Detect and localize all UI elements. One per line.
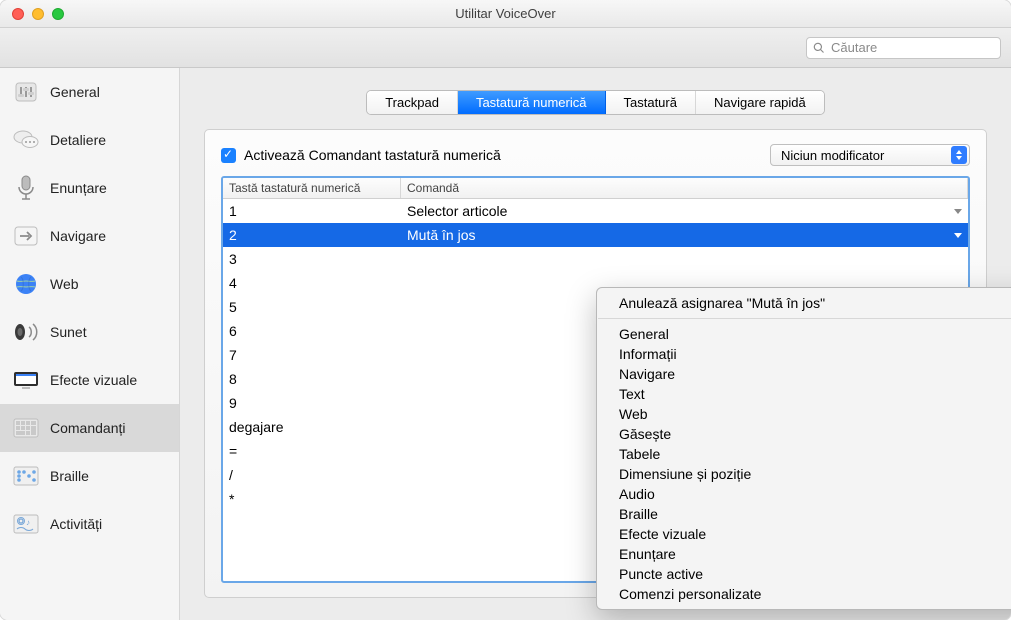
arrow-square-icon [12, 222, 40, 250]
cell-key: degajare [223, 419, 401, 435]
traffic-lights [0, 8, 64, 20]
menu-item-information[interactable]: Informații [597, 344, 1011, 364]
cell-key: 5 [223, 299, 401, 315]
menu-item-audio[interactable]: Audio [597, 484, 1011, 504]
speaker-icon [12, 318, 40, 346]
menu-item-navigation[interactable]: Navigare [597, 364, 1011, 384]
sidebar-item-label: Navigare [50, 228, 106, 244]
sidebar-item-label: General [50, 84, 100, 100]
cell-key: 2 [223, 227, 401, 243]
tab-keyboard[interactable]: Tastatură [606, 91, 696, 114]
tab-numeric-keypad[interactable]: Tastatură numerică [458, 91, 606, 114]
sidebar-item-label: Activități [50, 516, 102, 532]
panel-top-row: Activează Comandant tastatură numerică N… [221, 144, 970, 166]
checkbox-input[interactable] [221, 148, 236, 163]
chevron-down-icon [954, 209, 962, 214]
search-input[interactable]: Căutare [806, 37, 1001, 59]
table-header: Tastă tastatură numerică Comandă [223, 178, 968, 199]
search-icon [813, 42, 825, 54]
sidebar-item-label: Detaliere [50, 132, 106, 148]
column-header-key[interactable]: Tastă tastatură numerică [223, 178, 401, 198]
cell-key: 8 [223, 371, 401, 387]
menu-item-size-position[interactable]: Dimensiune și poziție [597, 464, 1011, 484]
menu-item-general[interactable]: General [597, 324, 1011, 344]
content-pane: Trackpad Tastatură numerică Tastatură Na… [180, 68, 1011, 620]
sidebar-item-verbosity[interactable]: Detaliere [0, 116, 179, 164]
menu-separator [598, 318, 1011, 319]
sidebar-item-general[interactable]: General [0, 68, 179, 116]
menu-item-speech[interactable]: Enunțare [597, 544, 1011, 564]
tab-quick-nav[interactable]: Navigare rapidă [696, 91, 824, 114]
sidebar-item-label: Comandanți [50, 420, 126, 436]
enable-commander-checkbox[interactable]: Activează Comandant tastatură numerică [221, 147, 501, 163]
menu-item-unassign[interactable]: Anulează asignarea "Mută în jos" [597, 293, 1011, 313]
titlebar: Utilitar VoiceOver [0, 0, 1011, 28]
cell-key: * [223, 491, 401, 507]
sidebar-item-label: Web [50, 276, 79, 292]
cell-key: 3 [223, 251, 401, 267]
sidebar-item-commanders[interactable]: Comandanți [0, 404, 179, 452]
menu-item-custom-commands[interactable]: Comenzi personalizate [597, 584, 1011, 604]
sidebar-item-label: Sunet [50, 324, 87, 340]
chevron-down-icon [954, 233, 962, 238]
cell-key: 7 [223, 347, 401, 363]
sidebar-item-braille[interactable]: Braille [0, 452, 179, 500]
sidebar-item-navigation[interactable]: Navigare [0, 212, 179, 260]
window-body: General Detaliere Enunțare Navigare Web … [0, 68, 1011, 620]
close-button[interactable] [12, 8, 24, 20]
sidebar: General Detaliere Enunțare Navigare Web … [0, 68, 180, 620]
menu-item-braille[interactable]: Braille [597, 504, 1011, 524]
zoom-button[interactable] [52, 8, 64, 20]
display-icon [12, 366, 40, 394]
cell-key: 6 [223, 323, 401, 339]
sidebar-item-label: Braille [50, 468, 89, 484]
modifier-value: Niciun modificator [781, 148, 884, 163]
menu-item-find[interactable]: Găsește [597, 424, 1011, 444]
cell-key: / [223, 467, 401, 483]
table-row[interactable]: 3 [223, 247, 968, 271]
sidebar-item-label: Enunțare [50, 180, 107, 196]
sidebar-item-speech[interactable]: Enunțare [0, 164, 179, 212]
menu-item-web[interactable]: Web [597, 404, 1011, 424]
command-context-menu[interactable]: Anulează asignarea "Mută în jos" General… [596, 287, 1011, 610]
menu-item-hotspots[interactable]: Puncte active [597, 564, 1011, 584]
sidebar-item-web[interactable]: Web [0, 260, 179, 308]
cell-key: 4 [223, 275, 401, 291]
cell-key: 1 [223, 203, 401, 219]
globe-icon [12, 270, 40, 298]
braille-icon [12, 462, 40, 490]
menu-item-text[interactable]: Text [597, 384, 1011, 404]
modifier-select[interactable]: Niciun modificator [770, 144, 970, 166]
cell-command[interactable]: Mută în jos [401, 227, 968, 243]
microphone-icon [12, 174, 40, 202]
cell-command[interactable]: Selector articole [401, 203, 968, 219]
sidebar-item-activities[interactable]: ♪ Activități [0, 500, 179, 548]
column-header-command[interactable]: Comandă [401, 178, 968, 198]
menu-item-visual-effects[interactable]: Efecte vizuale [597, 524, 1011, 544]
sidebar-item-label: Efecte vizuale [50, 372, 137, 388]
sidebar-item-sound[interactable]: Sunet [0, 308, 179, 356]
stepper-arrows-icon [951, 146, 967, 164]
search-placeholder: Căutare [831, 40, 877, 55]
menu-item-tables[interactable]: Tabele [597, 444, 1011, 464]
checkbox-label: Activează Comandant tastatură numerică [244, 147, 501, 163]
table-row[interactable]: 1 Selector articole [223, 199, 968, 223]
slider-icon [12, 78, 40, 106]
tab-trackpad[interactable]: Trackpad [367, 91, 458, 114]
sidebar-item-visuals[interactable]: Efecte vizuale [0, 356, 179, 404]
svg-text:♪: ♪ [26, 518, 30, 527]
minimize-button[interactable] [32, 8, 44, 20]
table-row[interactable]: 2 Mută în jos [223, 223, 968, 247]
tab-group: Trackpad Tastatură numerică Tastatură Na… [366, 90, 825, 115]
activities-icon: ♪ [12, 510, 40, 538]
voiceover-utility-window: Utilitar VoiceOver Căutare General Detal… [0, 0, 1011, 620]
cell-key: 9 [223, 395, 401, 411]
window-title: Utilitar VoiceOver [0, 6, 1011, 21]
cell-key: = [223, 443, 401, 459]
speech-bubble-icon [12, 126, 40, 154]
keypad-icon [12, 414, 40, 442]
toolbar: Căutare [0, 28, 1011, 68]
